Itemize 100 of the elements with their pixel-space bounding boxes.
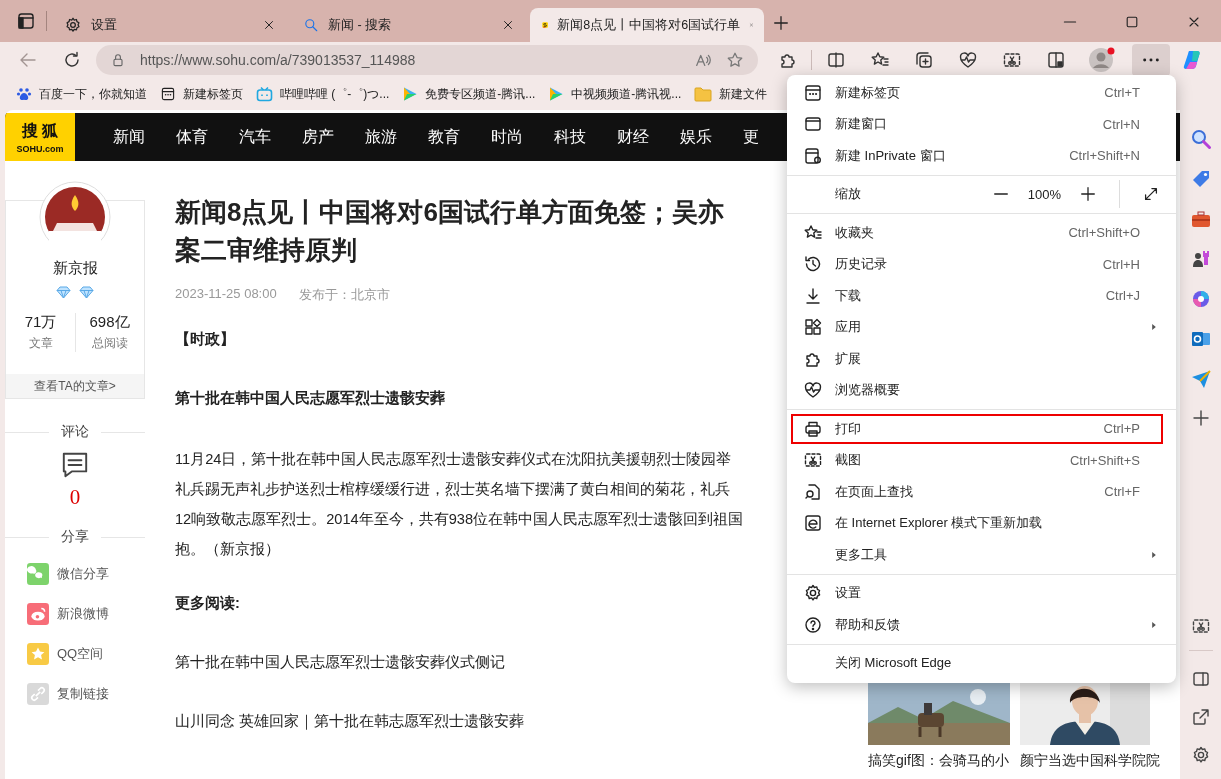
bookmark[interactable]: 免费专区频道-腾讯... (397, 85, 541, 103)
browser-tab[interactable]: 新闻 - 搜索 (291, 8, 525, 42)
share-link[interactable]: 微信分享 (27, 554, 145, 594)
menu-item[interactable]: 扩展 (787, 343, 1176, 375)
diamond-icon (56, 286, 71, 299)
publish-location: 发布于：北京市 (298, 286, 390, 304)
toolbox-icon[interactable] (1189, 208, 1212, 230)
keyboard-shortcut: Ctrl+Shift+O (1068, 225, 1140, 241)
article-title: 案二审维持原判 (175, 234, 358, 267)
article-link[interactable]: 颜宁当选中国科学院院 (1020, 752, 1160, 770)
new-tab-icon (160, 86, 176, 102)
screenshot-icon[interactable] (1190, 616, 1211, 636)
menu-item[interactable]: 新建窗口 Ctrl+N (787, 108, 1176, 140)
author-articles-link[interactable]: 查看TA的文章> (6, 374, 144, 398)
nav-link[interactable]: 旅游 (365, 126, 397, 148)
keyboard-shortcut: Ctrl+Shift+S (1069, 452, 1140, 468)
browser-tab[interactable]: 设置 (52, 8, 286, 42)
nav-link[interactable]: 财经 (617, 126, 649, 148)
sidebar-icon[interactable] (1190, 669, 1211, 689)
related-link[interactable]: 山川同念 英雄回家｜第十批在韩志愿军烈士遗骸安葬 (175, 712, 787, 731)
split-screen-icon[interactable] (826, 50, 846, 70)
menu-item[interactable]: 在页面上查找 Ctrl+F (787, 476, 1176, 508)
external-link-icon[interactable] (1190, 707, 1211, 727)
tab-actions-icon[interactable] (16, 11, 36, 31)
menu-item[interactable]: 下载 Ctrl+J (787, 280, 1176, 312)
bookmark[interactable]: 百度一下，你就知道 (11, 85, 152, 103)
browser-icon (803, 513, 823, 534)
nav-link[interactable]: 新闻 (113, 126, 145, 148)
zoom-in-icon[interactable] (1079, 185, 1097, 204)
menu-item[interactable]: 历史记录 Ctrl+H (787, 248, 1176, 280)
menu-item[interactable]: 新建标签页 Ctrl+T (787, 77, 1176, 109)
keyboard-shortcut: Ctrl+Shift+N (1069, 148, 1140, 164)
keyboard-shortcut: Ctrl+F (1104, 484, 1140, 500)
zoom-label: 缩放 (835, 185, 862, 204)
menu-item[interactable]: 在 Internet Explorer 模式下重新加载 (787, 507, 1176, 539)
menu-item[interactable]: 截图 Ctrl+Shift+S (787, 444, 1176, 476)
stat-value: 698亿 (89, 313, 130, 332)
nav-link[interactable]: 房产 (302, 126, 334, 148)
profile-avatar[interactable] (1088, 46, 1116, 74)
article-link[interactable]: 搞笑gif图：会骑马的小 (868, 752, 1010, 770)
bookmark[interactable]: 哔哩哔哩 (゜-゜)つ... (251, 85, 395, 103)
bookmark[interactable]: 新建文件 (689, 85, 773, 103)
menu-item[interactable]: 收藏夹 Ctrl+Shift+O (787, 217, 1176, 249)
close-icon[interactable] (501, 18, 515, 32)
refresh-icon[interactable] (62, 50, 82, 70)
avatar[interactable] (39, 181, 111, 253)
keyboard-shortcut: Ctrl+P (1103, 421, 1140, 437)
nav-link[interactable]: 体育 (176, 126, 208, 148)
stat-value: 71万 (24, 313, 57, 332)
author-name[interactable]: 新京报 (52, 259, 98, 278)
article-heading: 第十批在韩中国人民志愿军烈士遗骸安葬 (175, 389, 446, 408)
stat-label: 总阅读 (91, 335, 128, 352)
new-tab-icon[interactable] (772, 14, 790, 32)
menu-item[interactable]: 关闭 Microsoft Edge (787, 647, 1176, 679)
split-panel-icon[interactable] (1046, 50, 1066, 70)
nav-link[interactable]: 娱乐 (680, 126, 712, 148)
maximize-icon[interactable] (1124, 14, 1140, 30)
browser-tab[interactable]: 新闻8点见丨中国将对6国试行单 (530, 8, 764, 42)
collections-icon[interactable] (914, 50, 934, 70)
menu-item[interactable]: 打印 Ctrl+P (790, 413, 1164, 445)
nav-link[interactable]: 更 (743, 126, 759, 148)
menu-item[interactable]: 帮助和反馈 (787, 609, 1176, 641)
section-heading: 分享 (5, 528, 145, 546)
more-button[interactable] (1132, 44, 1170, 76)
share-link[interactable]: QQ空间 (27, 634, 145, 674)
close-icon[interactable] (262, 18, 276, 32)
share-link[interactable]: 复制链接 (27, 674, 145, 714)
related-link[interactable]: 第十批在韩中国人民志愿军烈士遗骸安葬仪式侧记 (175, 653, 787, 672)
keyboard-shortcut: Ctrl+T (1104, 85, 1140, 101)
zoom-level: 100% (1027, 186, 1061, 202)
paragraph-line: 12响致敬志愿军烈士。2014年至今，共有938位在韩中国人民志愿军烈士遗骸回到祖国 (175, 510, 745, 529)
menu-item[interactable]: 新建 InPrivate 窗口 Ctrl+Shift+N (787, 140, 1176, 172)
paw-icon (16, 86, 32, 102)
site-logo[interactable]: 搜 狐 SOHU.com (5, 113, 75, 161)
paragraph-line: 11月24日，第十批在韩中国人民志愿军烈士遗骸安葬仪式在沈阳抗美援朝烈士陵园举 (175, 450, 733, 469)
find-icon (803, 481, 823, 502)
nav-link[interactable]: 时尚 (491, 126, 523, 148)
nav-link[interactable]: 汽车 (239, 126, 271, 148)
more-icon (1143, 58, 1159, 62)
star-icon[interactable] (726, 51, 744, 69)
paragraph-line: 抱。（新京报） (175, 540, 281, 559)
bookmark[interactable]: 新建标签页 (155, 85, 248, 103)
menu-item[interactable]: 应用 (787, 311, 1176, 343)
add-icon[interactable] (1190, 408, 1211, 428)
share-link[interactable]: 新浪微博 (27, 594, 145, 634)
address-bar[interactable]: https://www.sohu.com/a/739013537_114988 (96, 45, 758, 75)
folder-icon (694, 86, 713, 102)
heartbeat-icon[interactable] (958, 50, 978, 70)
private-window-icon (803, 145, 823, 166)
nav-link[interactable]: 教育 (428, 126, 460, 148)
menu-item[interactable]: 浏览器概要 (787, 374, 1176, 406)
settings-icon (64, 16, 82, 34)
menu-item[interactable]: 设置 (787, 577, 1176, 609)
screenshot-icon[interactable] (1002, 50, 1022, 70)
nav-link[interactable]: 科技 (554, 126, 586, 148)
new-tab-icon (803, 82, 823, 103)
search-icon[interactable] (1189, 128, 1212, 150)
bookmark[interactable]: 中视频频道-腾讯视... (543, 85, 687, 103)
article-heading: 更多阅读: (175, 594, 241, 613)
menu-item[interactable]: 更多工具 (787, 539, 1176, 571)
